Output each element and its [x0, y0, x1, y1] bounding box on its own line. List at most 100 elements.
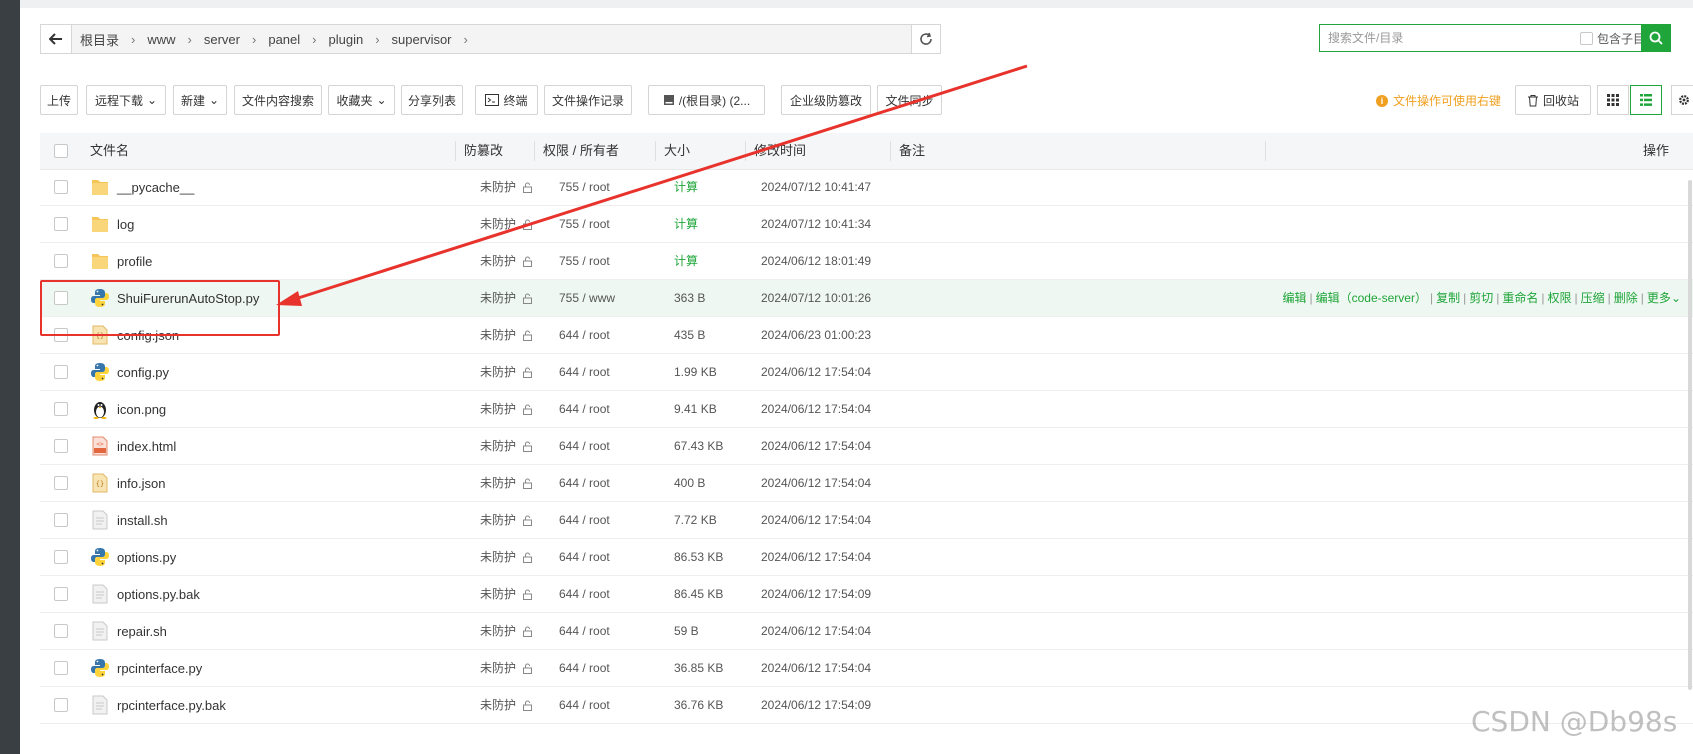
file-name[interactable]: rpcinterface.py.bak [117, 687, 226, 724]
unlock-icon[interactable] [522, 404, 533, 416]
breadcrumb-item[interactable]: www [147, 32, 175, 47]
permission-owner[interactable]: 755 / root [559, 169, 610, 206]
row-checkbox[interactable] [54, 180, 68, 194]
unlock-icon[interactable] [522, 330, 533, 342]
row-checkbox[interactable] [54, 513, 68, 527]
file-name[interactable]: config.json [117, 317, 179, 354]
breadcrumb-item[interactable]: supervisor [392, 32, 452, 47]
tamper-status[interactable]: 未防护 [480, 613, 533, 650]
scrollbar[interactable] [1688, 180, 1692, 690]
tamper-status[interactable]: 未防护 [480, 687, 533, 724]
file-size[interactable]: 计算 [674, 243, 698, 280]
unlock-icon[interactable] [522, 293, 533, 305]
tamper-status[interactable]: 未防护 [480, 391, 533, 428]
tamper-status[interactable]: 未防护 [480, 243, 533, 280]
col-tamper[interactable]: 防篡改 [464, 133, 503, 169]
col-size[interactable]: 大小 [664, 133, 690, 169]
permission-owner[interactable]: 644 / root [559, 650, 610, 687]
permission-owner[interactable]: 644 / root [559, 502, 610, 539]
file-name[interactable]: install.sh [117, 502, 168, 539]
table-row[interactable]: {} info.json 未防护 644 / root 400 B 2024/06/12 … [40, 465, 1693, 502]
row-checkbox[interactable] [54, 402, 68, 416]
row-checkbox[interactable] [54, 217, 68, 231]
content-search-button[interactable]: 文件内容搜索 [234, 85, 322, 115]
row-checkbox[interactable] [54, 439, 68, 453]
row-checkbox[interactable] [54, 661, 68, 675]
search-button[interactable] [1641, 24, 1671, 52]
unlock-icon[interactable] [522, 256, 533, 268]
tamper-proof-button[interactable]: 企业级防篡改 [781, 85, 871, 115]
row-action-link[interactable]: 剪切 [1469, 291, 1493, 305]
new-button[interactable]: 新建 ⌄ [173, 85, 227, 115]
tamper-status[interactable]: 未防护 [480, 169, 533, 206]
row-checkbox[interactable] [54, 476, 68, 490]
col-perm[interactable]: 权限 / 所有者 [543, 133, 619, 169]
file-name[interactable]: config.py [117, 354, 169, 391]
file-name[interactable]: rpcinterface.py [117, 650, 202, 687]
breadcrumb-item[interactable]: panel [268, 32, 300, 47]
row-action-link[interactable]: 编辑（code-server） [1316, 291, 1427, 305]
favorites-button[interactable]: 收藏夹 ⌄ [328, 85, 395, 115]
settings-button[interactable] [1671, 85, 1693, 115]
row-checkbox[interactable] [54, 624, 68, 638]
row-action-link[interactable]: 删除 [1614, 291, 1638, 305]
unlock-icon[interactable] [522, 478, 533, 490]
col-mtime[interactable]: 修改时间 [754, 133, 806, 169]
table-row[interactable]: install.sh 未防护 644 / root 7.72 KB 2024/06/12… [40, 502, 1693, 539]
table-row[interactable]: profile 未防护 755 / root 计算 2024/06/12 18:01:4… [40, 243, 1693, 280]
permission-owner[interactable]: 644 / root [559, 354, 610, 391]
tamper-status[interactable]: 未防护 [480, 502, 533, 539]
file-name[interactable]: profile [117, 243, 152, 280]
row-checkbox[interactable] [54, 550, 68, 564]
table-row[interactable]: log 未防护 755 / root 计算 2024/07/12 10:41:34 [40, 206, 1693, 243]
permission-owner[interactable]: 755 / root [559, 206, 610, 243]
unlock-icon[interactable] [522, 515, 533, 527]
permission-owner[interactable]: 644 / root [559, 317, 610, 354]
refresh-button[interactable] [911, 25, 940, 53]
file-name[interactable]: repair.sh [117, 613, 167, 650]
tamper-status[interactable]: 未防护 [480, 576, 533, 613]
file-sync-button[interactable]: 文件同步 [877, 85, 942, 115]
row-action-link[interactable]: 重命名 [1502, 291, 1538, 305]
table-row[interactable]: options.py 未防护 644 / root 86.53 KB 2024/06/1… [40, 539, 1693, 576]
table-row[interactable]: __pycache__ 未防护 755 / root 计算 2024/07/12 10:… [40, 169, 1693, 206]
breadcrumb-item[interactable]: plugin [329, 32, 364, 47]
permission-owner[interactable]: 644 / root [559, 687, 610, 724]
permission-owner[interactable]: 755 / www [559, 280, 615, 317]
unlock-icon[interactable] [522, 367, 533, 379]
permission-owner[interactable]: 644 / root [559, 576, 610, 613]
row-checkbox[interactable] [54, 365, 68, 379]
select-all-checkbox[interactable] [54, 144, 68, 158]
table-row[interactable]: {} config.json 未防护 644 / root 435 B 2024/06/2… [40, 317, 1693, 354]
file-name[interactable]: __pycache__ [117, 169, 194, 206]
tamper-status[interactable]: 未防护 [480, 206, 533, 243]
grid-view-toggle[interactable] [1597, 85, 1629, 115]
table-row[interactable]: rpcinterface.py.bak 未防护 644 / root 36.76 KB… [40, 687, 1693, 724]
share-list-button[interactable]: 分享列表 [401, 85, 463, 115]
row-checkbox[interactable] [54, 291, 68, 305]
permission-owner[interactable]: 644 / root [559, 391, 610, 428]
unlock-icon[interactable] [522, 626, 533, 638]
search-input[interactable] [1320, 25, 1580, 51]
table-row[interactable]: rpcinterface.py 未防护 644 / root 36.85 KB 2024… [40, 650, 1693, 687]
tamper-status[interactable]: 未防护 [480, 465, 533, 502]
recycle-bin-button[interactable]: 回收站 [1515, 85, 1591, 115]
table-row[interactable]: <> index.html 未防护 644 / root 67.43 KB 2024/06… [40, 428, 1693, 465]
disk-button[interactable]: /(根目录) (2... [648, 85, 765, 115]
back-button[interactable] [41, 25, 72, 53]
row-checkbox[interactable] [54, 254, 68, 268]
permission-owner[interactable]: 644 / root [559, 428, 610, 465]
tamper-status[interactable]: 未防护 [480, 539, 533, 576]
tamper-status[interactable]: 未防护 [480, 354, 533, 391]
breadcrumb-item[interactable]: server [204, 32, 240, 47]
permission-owner[interactable]: 644 / root [559, 539, 610, 576]
permission-owner[interactable]: 644 / root [559, 465, 610, 502]
row-action-link[interactable]: 压缩 [1581, 291, 1605, 305]
file-name[interactable]: options.py.bak [117, 576, 200, 613]
op-log-button[interactable]: 文件操作记录 [544, 85, 632, 115]
row-action-link[interactable]: 编辑 [1282, 291, 1306, 305]
file-name[interactable]: ShuiFurerunAutoStop.py [117, 280, 259, 317]
row-checkbox[interactable] [54, 698, 68, 712]
upload-button[interactable]: 上传 [40, 85, 78, 115]
permission-owner[interactable]: 755 / root [559, 243, 610, 280]
